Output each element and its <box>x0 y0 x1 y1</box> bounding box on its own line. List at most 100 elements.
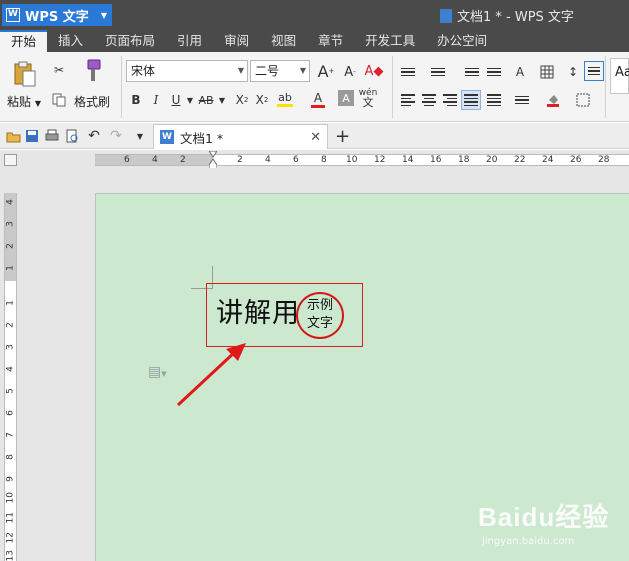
watermark-logo: Baidu经验 <box>478 502 610 532</box>
tab-review[interactable]: 审阅 <box>213 30 260 52</box>
redo-icon[interactable]: ↷ <box>106 126 126 146</box>
menu-bar: 开始 插入 页面布局 引用 审阅 视图 章节 开发工具 办公空间 <box>0 30 629 52</box>
print-icon[interactable] <box>42 126 62 146</box>
document-icon <box>440 8 452 23</box>
line-spacing-icon[interactable] <box>512 90 532 110</box>
ruler-tick-label: 4 <box>152 155 158 165</box>
chevron-down-icon[interactable]: ▼ <box>212 90 232 110</box>
open-folder-icon[interactable] <box>3 126 23 146</box>
document-tab-title: 文档1 * <box>180 130 224 146</box>
align-center-icon[interactable] <box>419 90 439 110</box>
ruler-tick-label: 2 <box>5 243 16 249</box>
tab-office-space[interactable]: 办公空间 <box>426 30 498 52</box>
tab-section[interactable]: 章节 <box>307 30 354 52</box>
ruler-tick-label: 20 <box>486 155 498 165</box>
ruler-tick-label: 3 <box>5 221 16 227</box>
new-tab-icon[interactable]: + <box>335 126 350 147</box>
decrease-indent-icon[interactable] <box>462 62 482 82</box>
chevron-down-icon: ▼ <box>100 10 107 20</box>
show-marks-icon[interactable] <box>584 61 604 81</box>
annotation-circle <box>296 292 344 339</box>
increase-indent-icon[interactable] <box>484 62 504 82</box>
ruler-tick-label: 4 <box>5 199 16 205</box>
font-color-icon[interactable]: A <box>308 89 328 109</box>
ruler-tick-label: 5 <box>5 388 16 394</box>
borders-icon[interactable] <box>573 90 593 110</box>
format-painter-button[interactable]: 格式刷 <box>74 93 110 110</box>
format-painter-icon[interactable] <box>82 58 104 84</box>
tab-home[interactable]: 开始 <box>0 30 48 52</box>
ruler-tick-label: 8 <box>5 454 16 460</box>
char-scale-icon[interactable]: A <box>510 62 530 82</box>
bullet-list-icon[interactable] <box>398 62 418 82</box>
tab-developer[interactable]: 开发工具 <box>354 30 426 52</box>
ruler-tick-label: 16 <box>430 155 442 165</box>
ruler-tick-label: 11 <box>5 512 16 524</box>
tab-references[interactable]: 引用 <box>166 30 213 52</box>
ruler-tick-label: 1 <box>5 300 16 306</box>
paragraph-handle-icon[interactable]: ▤▼ <box>148 364 167 380</box>
divider <box>392 56 393 118</box>
grow-font-icon[interactable]: A + <box>316 61 336 81</box>
save-icon[interactable] <box>22 126 42 146</box>
tab-view[interactable]: 视图 <box>260 30 307 52</box>
ruler-tick-label: 10 <box>5 492 16 504</box>
horizontal-ruler[interactable]: 6 4 2 2 4 6 8 10 12 14 16 18 20 22 24 26… <box>95 154 629 166</box>
paste-button[interactable]: 粘贴 ▼ <box>7 93 41 110</box>
ruler-tick-label: 12 <box>374 155 386 165</box>
tab-page-layout[interactable]: 页面布局 <box>94 30 166 52</box>
sort-icon[interactable]: ↕ <box>563 62 583 82</box>
char-shading-icon[interactable]: A <box>338 90 354 106</box>
undo-icon[interactable]: ↶ <box>84 126 104 146</box>
tab-stop-selector[interactable] <box>4 154 17 166</box>
ruler-tick-label: 3 <box>5 344 16 350</box>
ruler-tick-label: 6 <box>5 410 16 416</box>
ruler-tick-label: 4 <box>5 366 16 372</box>
italic-icon[interactable]: I <box>146 90 166 110</box>
highlight-icon[interactable]: ab <box>275 89 295 109</box>
ruler-tick-label: 7 <box>5 432 16 438</box>
copy-icon[interactable] <box>49 90 69 110</box>
ruler-tick-label: 12 <box>5 532 16 544</box>
align-right-icon[interactable] <box>440 90 460 110</box>
app-menu-button[interactable]: W WPS 文字 ▼ <box>2 4 112 26</box>
superscript-icon[interactable]: X2 <box>232 90 252 110</box>
ruler-tick-label: 6 <box>293 155 299 165</box>
font-size-select[interactable]: 二号 ▼ <box>250 60 310 82</box>
clear-format-icon[interactable]: A◆ <box>364 61 384 81</box>
style-gallery-preview[interactable]: Aa <box>610 58 629 94</box>
chevron-down-icon[interactable]: ▼ <box>130 126 150 146</box>
ruler-tick-label: 18 <box>458 155 470 165</box>
bold-icon[interactable]: B <box>126 90 146 110</box>
tab-insert[interactable]: 插入 <box>47 30 94 52</box>
cut-icon[interactable]: ✂ <box>49 60 69 80</box>
wps-logo-icon: W <box>6 8 20 22</box>
print-preview-icon[interactable] <box>62 126 82 146</box>
annotation-arrow-icon <box>176 343 246 407</box>
divider <box>121 56 122 118</box>
ruler-tick-label: 10 <box>346 155 358 165</box>
table-icon[interactable] <box>537 62 557 82</box>
ruler-tick-label: 14 <box>402 155 414 165</box>
phonetic-guide-icon[interactable]: wén 文 <box>358 88 378 109</box>
word-doc-icon: W <box>160 130 174 144</box>
document-tab[interactable]: W 文档1 * ✕ <box>153 124 328 149</box>
window-title: 文档1 * - WPS 文字 <box>440 6 574 25</box>
align-left-icon[interactable] <box>398 90 418 110</box>
distributed-align-icon[interactable] <box>484 90 504 110</box>
ruler-tick-label: 4 <box>265 155 271 165</box>
ruler-tick-label: 8 <box>321 155 327 165</box>
shrink-font-icon[interactable]: A- <box>340 62 360 82</box>
close-icon[interactable]: ✕ <box>310 130 321 145</box>
ruler-tick-label: 6 <box>124 155 130 165</box>
paste-icon[interactable] <box>12 60 38 88</box>
numbered-list-icon[interactable] <box>428 62 448 82</box>
vertical-ruler[interactable]: 4 3 2 1 1 2 3 4 5 6 7 8 9 10 11 12 13 <box>4 193 17 561</box>
subscript-icon[interactable]: X2 <box>252 90 272 110</box>
font-name-select[interactable]: 宋体 ▼ <box>126 60 248 82</box>
justify-icon[interactable] <box>461 90 481 110</box>
shading-icon[interactable] <box>543 90 563 110</box>
divider <box>605 56 606 118</box>
ruler-tick-label: 9 <box>5 476 16 482</box>
ruler-tick-label: 2 <box>180 155 186 165</box>
